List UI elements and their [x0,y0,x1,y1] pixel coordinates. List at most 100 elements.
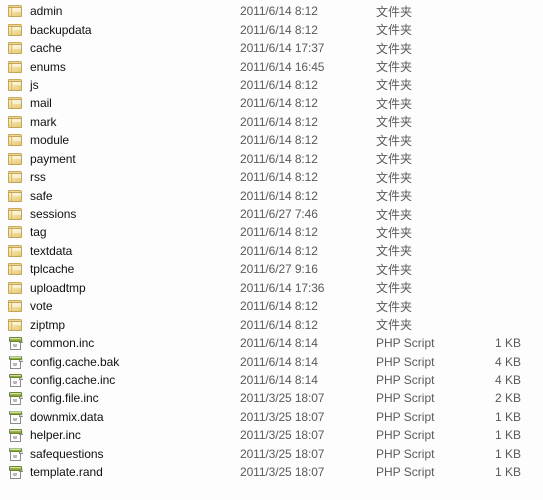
cell-date-modified: 2011/6/14 8:14 [240,372,318,387]
file-row[interactable]: w common.inc 2011/6/14 8:14 PHP Script 1 KB [0,334,543,352]
item-name: config.file.inc [30,391,99,406]
cell-name[interactable]: textdata [0,244,240,258]
folder-row[interactable]: mail 2011/6/14 8:12 文件夹 [0,94,543,112]
folder-row[interactable]: module 2011/6/14 8:12 文件夹 [0,131,543,149]
item-name: uploadtmp [30,280,86,295]
cell-name[interactable]: w config.cache.bak [0,355,240,369]
file-row[interactable]: w helper.inc 2011/3/25 18:07 PHP Script 1 KB [0,426,543,444]
cell-date-modified: 2011/6/14 17:36 [240,280,325,295]
item-name: ziptmp [30,317,66,332]
cell-name[interactable]: sessions [0,207,240,221]
folder-icon [8,78,23,92]
cell-name[interactable]: enums [0,60,240,74]
item-name: mark [30,114,57,129]
cell-type: PHP Script [376,446,435,461]
cell-type: 文件夹 [376,41,413,56]
file-row[interactable]: w template.rand 2011/3/25 18:07 PHP Script 1… [0,463,543,481]
cell-name[interactable]: backupdata [0,23,240,37]
cell-size: 4 KB [494,354,521,369]
folder-row[interactable]: uploadtmp 2011/6/14 17:36 文件夹 [0,279,543,297]
folder-row[interactable]: payment 2011/6/14 8:12 文件夹 [0,150,543,168]
cell-date-modified: 2011/6/27 9:16 [240,262,318,277]
file-row[interactable]: w safequestions 2011/3/25 18:07 PHP Script 1… [0,445,543,463]
file-list[interactable]: admin 2011/6/14 8:12 文件夹 backupdata 2011/6/1… [0,0,543,481]
cell-type: 文件夹 [376,96,413,111]
cell-name[interactable]: mail [0,96,240,110]
cell-date-modified: 2011/6/14 8:14 [240,336,318,351]
folder-row[interactable]: admin 2011/6/14 8:12 文件夹 [0,2,543,20]
cell-date-modified: 2011/6/14 8:12 [240,4,318,19]
cell-size: 2 KB [494,391,521,406]
php-file-icon: w [8,355,23,369]
folder-row[interactable]: safe 2011/6/14 8:12 文件夹 [0,186,543,204]
cell-name[interactable]: uploadtmp [0,281,240,295]
folder-icon [8,152,23,166]
folder-row[interactable]: js 2011/6/14 8:12 文件夹 [0,76,543,94]
cell-type: PHP Script [376,465,435,480]
cell-type: 文件夹 [376,115,413,130]
folder-icon [8,281,23,295]
cell-name[interactable]: rss [0,170,240,184]
cell-name[interactable]: tplcache [0,262,240,276]
folder-row[interactable]: textdata 2011/6/14 8:12 文件夹 [0,242,543,260]
cell-size: 4 KB [494,372,521,387]
folder-row[interactable]: backupdata 2011/6/14 8:12 文件夹 [0,20,543,38]
cell-name[interactable]: w helper.inc [0,428,240,443]
folder-row[interactable]: tag 2011/6/14 8:12 文件夹 [0,223,543,241]
cell-date-modified: 2011/6/14 8:12 [240,225,318,240]
cell-type: 文件夹 [376,23,413,38]
cell-type: PHP Script [376,391,435,406]
cell-name[interactable]: ziptmp [0,318,240,332]
folder-icon [8,4,23,18]
cell-name[interactable]: payment [0,152,240,166]
item-name: rss [30,170,46,185]
file-row[interactable]: w downmix.data 2011/3/25 18:07 PHP Script 1 … [0,408,543,426]
cell-size: 1 KB [494,428,521,443]
cell-date-modified: 2011/3/25 18:07 [240,446,325,461]
item-name: template.rand [30,465,103,480]
item-name: enums [30,59,66,74]
cell-date-modified: 2011/6/14 8:12 [240,299,318,314]
cell-size: 1 KB [494,465,521,480]
cell-name[interactable]: admin [0,4,240,18]
cell-date-modified: 2011/6/14 8:12 [240,22,318,37]
cell-name[interactable]: w template.rand [0,465,240,480]
cell-name[interactable]: w config.file.inc [0,391,240,406]
folder-row[interactable]: rss 2011/6/14 8:12 文件夹 [0,168,543,186]
php-file-icon: w [8,391,23,406]
file-row[interactable]: w config.cache.bak 2011/6/14 8:14 PHP Scrip… [0,352,543,370]
php-file-icon: w [8,447,23,461]
item-name: mail [30,96,52,111]
item-name: sessions [30,207,77,222]
cell-date-modified: 2011/6/14 17:37 [240,41,325,56]
cell-name[interactable]: tag [0,225,240,239]
folder-row[interactable]: ziptmp 2011/6/14 8:12 文件夹 [0,315,543,333]
item-name: module [30,133,70,148]
cell-name[interactable]: mark [0,115,240,129]
cell-name[interactable]: js [0,78,240,92]
cell-type: 文件夹 [376,170,413,185]
folder-row[interactable]: sessions 2011/6/27 7:46 文件夹 [0,205,543,223]
file-row[interactable]: w config.cache.inc 2011/6/14 8:14 PHP Scrip… [0,371,543,389]
cell-type: 文件夹 [376,189,413,204]
cell-name[interactable]: module [0,133,240,147]
cell-name[interactable]: w common.inc [0,336,240,351]
file-row[interactable]: w config.file.inc 2011/3/25 18:07 PHP Scrip… [0,389,543,407]
cell-date-modified: 2011/6/14 8:12 [240,317,318,332]
cell-name[interactable]: w safequestions [0,447,240,461]
cell-name[interactable]: w downmix.data [0,410,240,424]
cell-name[interactable]: vote [0,299,240,313]
item-name: textdata [30,243,73,258]
cell-name[interactable]: w config.cache.inc [0,373,240,387]
folder-icon [8,96,23,110]
cell-name[interactable]: safe [0,189,240,203]
folder-row[interactable]: cache 2011/6/14 17:37 文件夹 [0,39,543,57]
cell-name[interactable]: cache [0,41,240,55]
folder-icon [8,133,23,147]
folder-row[interactable]: vote 2011/6/14 8:12 文件夹 [0,297,543,315]
folder-row[interactable]: mark 2011/6/14 8:12 文件夹 [0,113,543,131]
folder-icon [8,189,23,203]
folder-row[interactable]: enums 2011/6/14 16:45 文件夹 [0,57,543,75]
item-name: payment [30,151,76,166]
folder-row[interactable]: tplcache 2011/6/27 9:16 文件夹 [0,260,543,278]
